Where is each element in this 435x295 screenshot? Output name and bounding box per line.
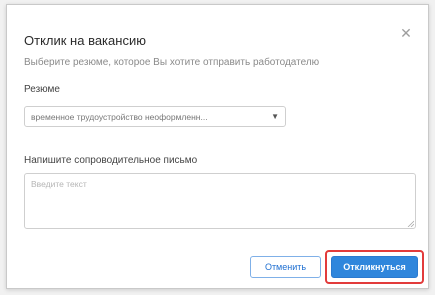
resize-grip-icon[interactable] [407,220,414,227]
cancel-button[interactable]: Отменить [250,256,321,278]
dialog-subtitle: Выберите резюме, которое Вы хотите отпра… [24,57,320,68]
resume-select-value: временное трудоустройство неоформленн... [31,111,208,122]
response-dialog: Отклик на вакансию ✕ Выберите резюме, ко… [6,4,429,289]
resume-label: Резюме [24,84,60,95]
cover-letter-label: Напишите сопроводительное письмо [24,155,198,166]
dialog-title: Отклик на вакансию [24,33,146,48]
submit-button[interactable]: Откликнуться [331,256,418,278]
cover-letter-input[interactable] [24,173,416,229]
chevron-down-icon: ▼ [271,112,279,121]
close-icon[interactable]: ✕ [398,25,414,41]
resume-select[interactable]: временное трудоустройство неоформленн...… [24,106,286,127]
